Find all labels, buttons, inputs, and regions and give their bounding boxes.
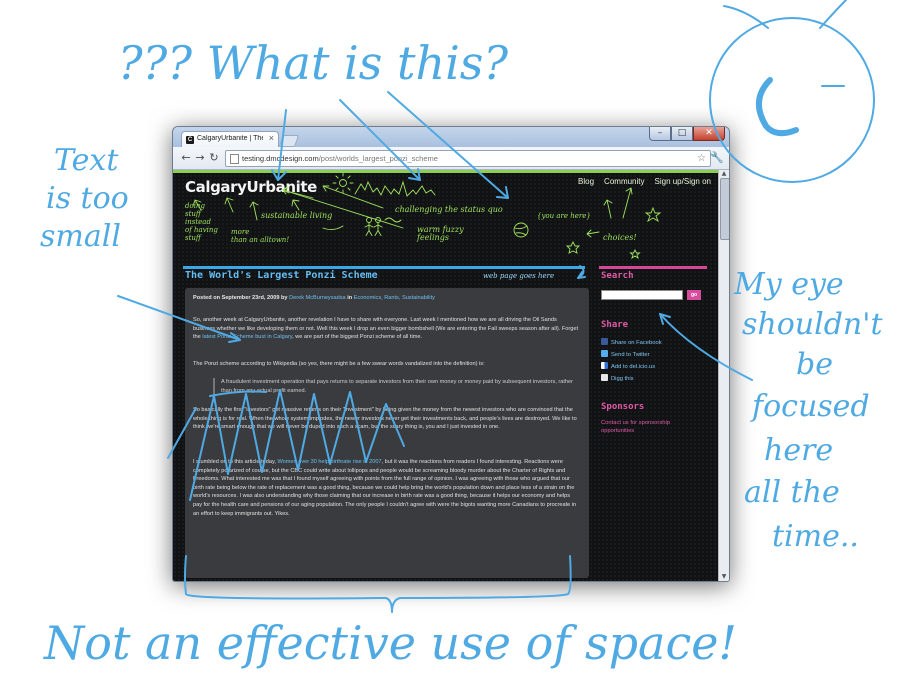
annotation-eye-1: My eye — [734, 267, 844, 302]
annotation-text-small-3: small — [40, 219, 121, 254]
annotation-eye-5: here — [764, 433, 834, 468]
annotation-space: Not an effective use of space! — [44, 616, 737, 670]
annotation-strokes — [117, 0, 875, 613]
annotation-eye-4: focused — [752, 389, 870, 424]
annotation-what-is-this: ??? What is this? — [118, 36, 509, 90]
annotation-text-small-1: Text — [54, 143, 119, 178]
annotation-eye-6: all the — [744, 475, 840, 510]
annotation-eye-3: be — [796, 347, 833, 382]
annotation-eye-7: time.. — [772, 519, 859, 554]
annotation-text-small-2: is too — [46, 181, 129, 216]
annotation-eye-2: shouldn't — [742, 307, 883, 342]
